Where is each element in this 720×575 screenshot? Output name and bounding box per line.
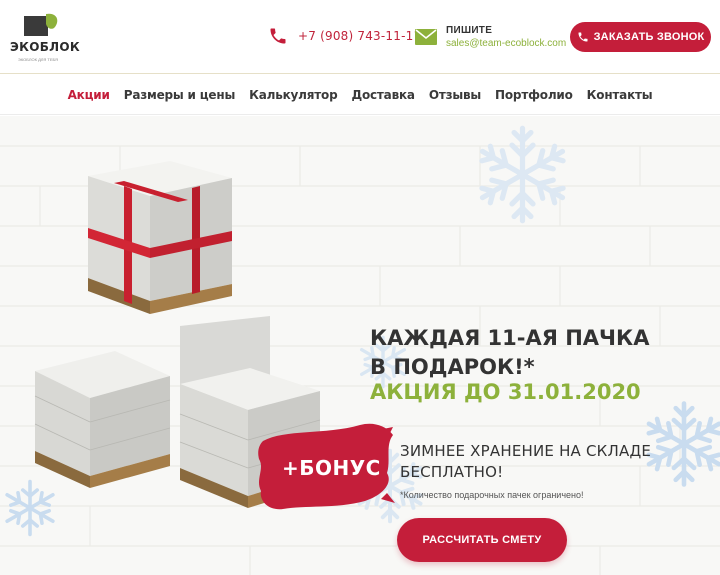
order-call-label: ЗАКАЗАТЬ ЗВОНОК	[593, 31, 705, 43]
nav-item-sizes-prices[interactable]: Размеры и цены	[124, 88, 236, 102]
free-storage-text: ЗИМНЕЕ ХРАНЕНИЕ НА СКЛАДЕ БЕСПЛАТНО!	[400, 442, 652, 481]
hero-headline: КАЖДАЯ 11-АЯ ПАЧКА В ПОДАРОК!*	[370, 326, 650, 379]
snowflake-icon	[470, 125, 575, 227]
nav-item-promotions[interactable]: Акции	[68, 88, 110, 102]
nav-item-portfolio[interactable]: Портфолио	[495, 88, 573, 102]
footnote: *Количество подарочных пачек ограничено!	[400, 490, 584, 500]
phone-icon	[578, 32, 588, 42]
phone-icon	[270, 28, 286, 44]
phone-number[interactable]: +7 (908) 743-11-11	[298, 29, 421, 43]
site-header: ЭКОБЛОК ЭКОБЛОК ДЛЯ ТЕБЯ +7 (908) 743-11…	[0, 0, 720, 74]
order-call-button[interactable]: ЗАКАЗАТЬ ЗВОНОК	[570, 22, 711, 52]
nav-item-contacts[interactable]: Контакты	[587, 88, 653, 102]
pallet-left	[34, 351, 171, 488]
main-nav: Акции Размеры и цены Калькулятор Доставк…	[0, 75, 720, 115]
nav-item-reviews[interactable]: Отзывы	[429, 88, 481, 102]
envelope-icon	[415, 29, 437, 45]
logo-tagline: ЭКОБЛОК ДЛЯ ТЕБЯ	[18, 57, 58, 62]
leaf-logo-icon	[24, 13, 58, 36]
email-address[interactable]: sales@team-ecoblock.com	[446, 37, 566, 50]
email-label: ПИШИТЕ	[446, 25, 493, 36]
nav-item-calculator[interactable]: Калькулятор	[249, 88, 338, 102]
calculate-estimate-button[interactable]: РАССЧИТАТЬ СМЕТУ	[397, 518, 567, 562]
logo[interactable]: ЭКОБЛОК ЭКОБЛОК ДЛЯ ТЕБЯ	[10, 12, 80, 62]
pallet-gift	[88, 161, 232, 314]
promo-deadline: АКЦИЯ ДО 31.01.2020	[370, 380, 641, 404]
nav-item-delivery[interactable]: Доставка	[351, 88, 415, 102]
phone-contact[interactable]: +7 (908) 743-11-11	[268, 24, 421, 48]
hero-section: +БОНУС КАЖДАЯ 11-АЯ ПАЧКА В ПОДАРОК!* АК…	[0, 116, 720, 575]
logo-text: ЭКОБЛОК	[10, 40, 81, 54]
email-contact[interactable]: ПИШИТЕ sales@team-ecoblock.com	[415, 22, 566, 52]
bonus-label: +БОНУС	[282, 456, 381, 480]
